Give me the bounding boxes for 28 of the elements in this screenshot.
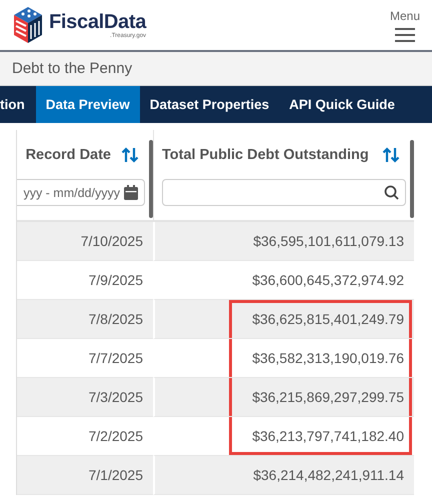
table-cell: $36,595,101,611,079.13 [153, 222, 414, 261]
search-icon [384, 185, 399, 200]
calendar-icon [124, 185, 138, 200]
dataset-title: Debt to the Penny [12, 60, 132, 77]
table-cell: 7/8/2025 [17, 300, 153, 339]
column-resize-handle[interactable] [149, 140, 153, 218]
column-title: Record Date [26, 147, 111, 163]
column-resize-handle[interactable] [410, 140, 414, 218]
table-cell: 7/3/2025 [17, 378, 153, 417]
tab[interactable]: Dataset Properties [140, 86, 280, 123]
column-title: Total Public Debt Outstanding [162, 147, 369, 163]
table-cell: $36,582,313,190,019.76 [153, 339, 414, 378]
search-field[interactable] [162, 179, 406, 206]
sort-icon[interactable] [121, 146, 139, 164]
table-cell: $36,213,797,741,182.40 [153, 417, 414, 456]
tab[interactable]: Data Preview [36, 86, 140, 123]
date-range-field[interactable]: yyy - mm/dd/yyyy [17, 179, 145, 206]
sort-icon[interactable] [382, 146, 400, 164]
table-cell: 7/10/2025 [17, 222, 153, 261]
menu-icon [394, 28, 415, 42]
tab[interactable]: API Quick Guide [279, 86, 405, 123]
table-cell: 7/1/2025 [17, 456, 153, 495]
logo-title[interactable]: FiscalData [49, 12, 146, 32]
tab[interactable]: tion [0, 86, 36, 123]
table-cell: $36,625,815,401,249.79 [153, 300, 414, 339]
table-cell: $36,215,869,297,299.75 [153, 378, 414, 417]
table-cell: $36,214,482,241,911.14 [153, 456, 414, 495]
menu-button[interactable]: Menu [390, 8, 420, 42]
